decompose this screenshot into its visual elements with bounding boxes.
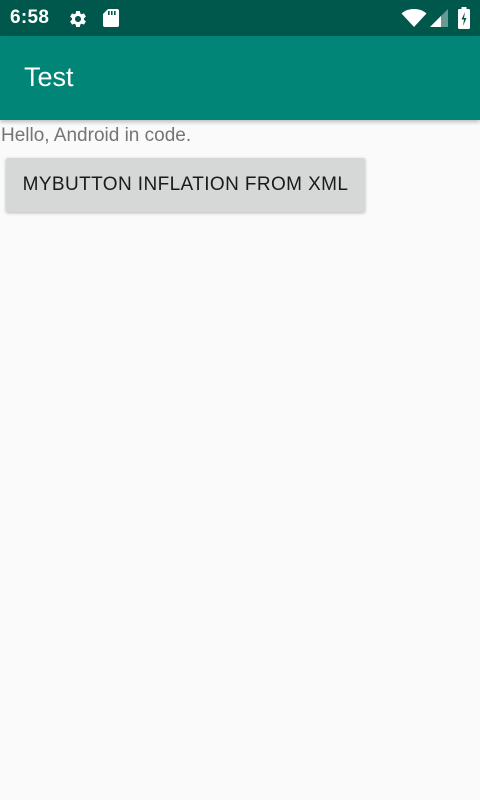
app-title: Test — [24, 62, 74, 92]
sd-card-icon — [103, 9, 119, 27]
main-content: Hello, Android in code. MYBUTTON INFLATI… — [0, 120, 480, 800]
status-time: 6:58 — [10, 7, 50, 28]
hello-text: Hello, Android in code. — [1, 125, 192, 146]
gear-icon — [70, 10, 86, 27]
status-bar: 6:58 — [0, 0, 480, 36]
wifi-icon — [401, 9, 427, 27]
cell-signal-icon — [430, 9, 448, 27]
app-bar: Test — [0, 36, 480, 120]
battery-icon — [458, 7, 470, 29]
mybutton-button[interactable]: MYBUTTON INFLATION FROM XML — [6, 158, 365, 212]
